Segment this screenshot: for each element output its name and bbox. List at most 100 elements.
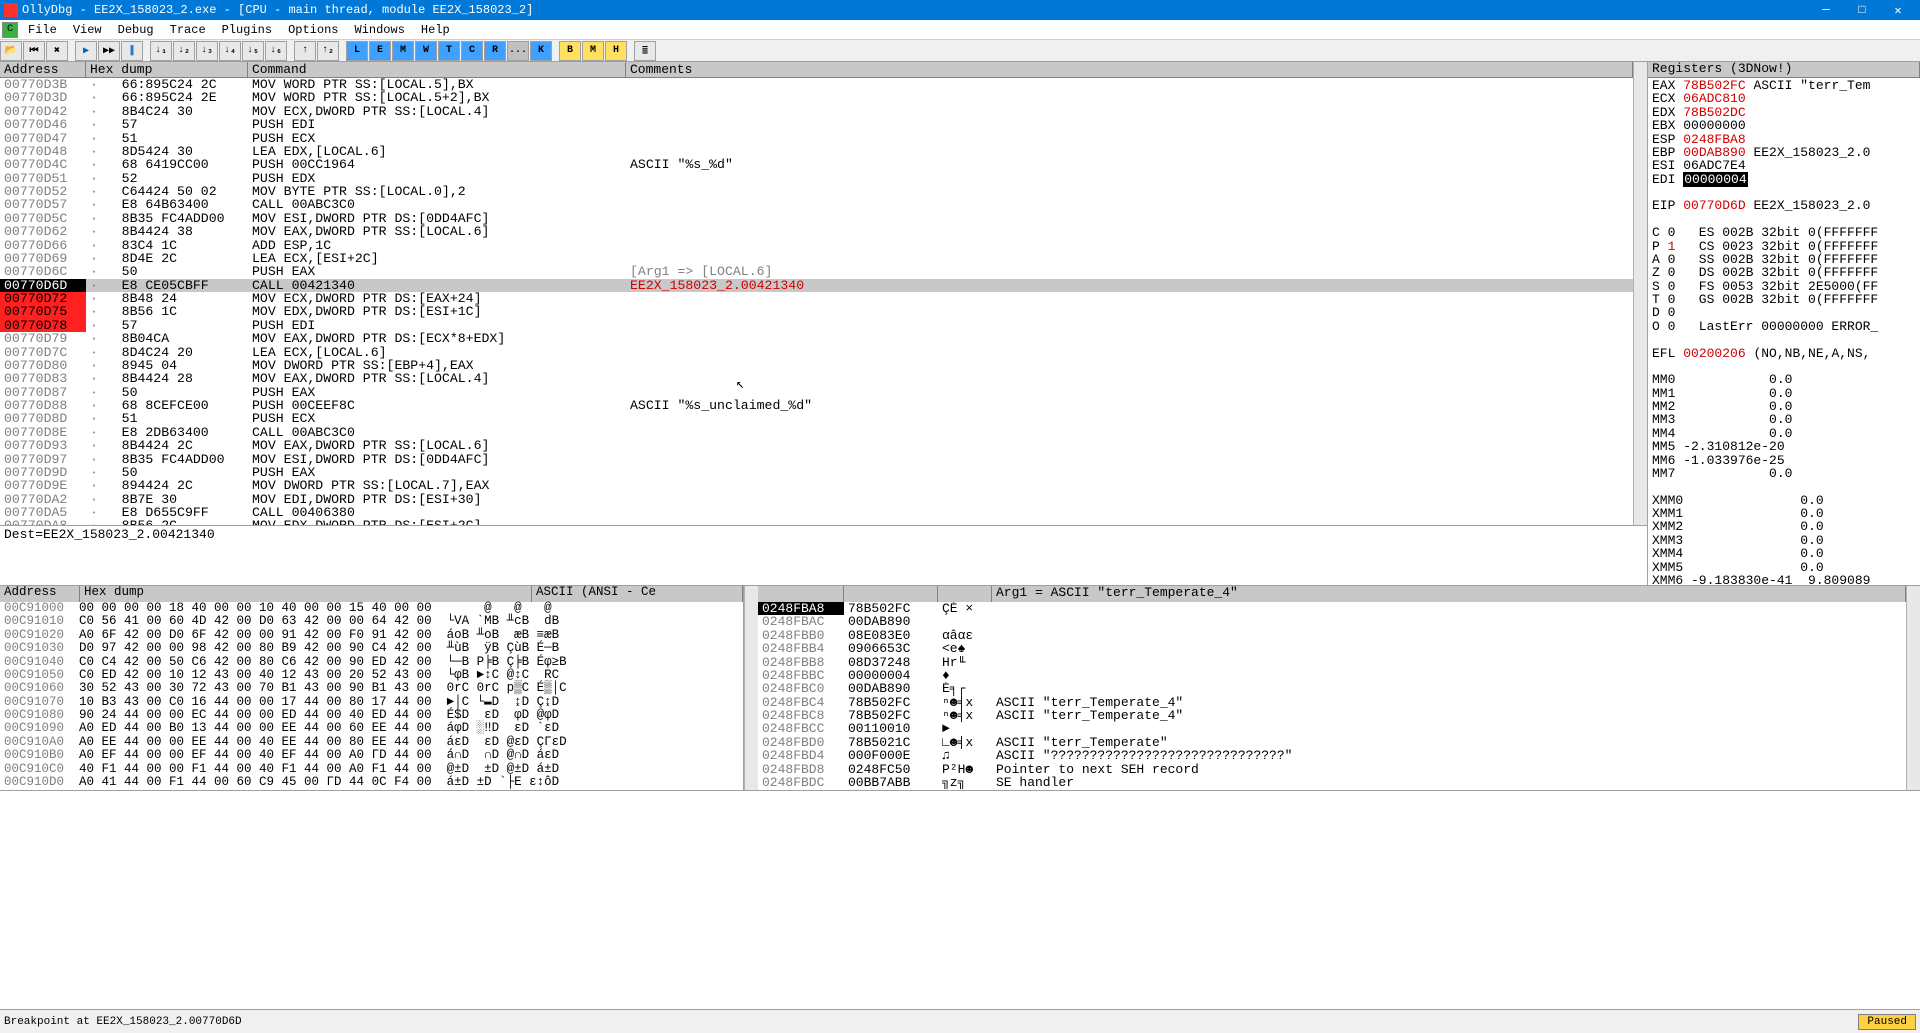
disasm-comment[interactable] — [626, 91, 1633, 104]
dump-row[interactable]: 00C910B0 A0 EF 44 00 00 EF 44 00 40 EF 4… — [4, 749, 739, 762]
disasm-address[interactable]: 00770D69 — [0, 252, 86, 265]
stack-comment[interactable]: ASCII "terr_Temperate_4" — [992, 696, 1906, 709]
disasm-comment[interactable] — [626, 185, 1633, 198]
disasm-command[interactable]: PUSH EDX — [248, 172, 626, 185]
disasm-hex[interactable]: · C64424 50 02 — [86, 185, 248, 198]
disasm-address[interactable]: 00770D62 — [0, 225, 86, 238]
disasm-comment[interactable] — [626, 292, 1633, 305]
tool-u2-icon[interactable]: ↑₂ — [317, 41, 339, 61]
disasm-address[interactable]: 00770D88 — [0, 399, 86, 412]
tool-letter-W[interactable]: W — [415, 41, 437, 61]
disasm-comment[interactable] — [626, 172, 1633, 185]
dump-header-ascii[interactable]: ASCII (ANSI - Ce — [532, 586, 743, 602]
disasm-address[interactable]: 00770D78 — [0, 319, 86, 332]
disasm-comment[interactable] — [626, 453, 1633, 466]
disasm-hex[interactable]: · 8B4424 2C — [86, 439, 248, 452]
tool-letter-T[interactable]: T — [438, 41, 460, 61]
stack-comment[interactable]: ASCII "terr_Temperate_4" — [992, 709, 1906, 722]
register-line[interactable]: EBP 00DAB890 EE2X_158023_2.0 — [1652, 146, 1916, 159]
disasm-hex[interactable]: · 8B4424 38 — [86, 225, 248, 238]
stack-header-ascii[interactable] — [938, 586, 992, 602]
tool-letter-C[interactable]: C — [461, 41, 483, 61]
disasm-address[interactable]: 00770D6D — [0, 279, 86, 292]
disasm-command[interactable]: MOV DWORD PTR SS:[EBP+4],EAX — [248, 359, 626, 372]
register-line[interactable]: MM1 0.0 — [1652, 387, 1916, 400]
tool-letter-M[interactable]: M — [392, 41, 414, 61]
disasm-command[interactable]: PUSH ECX — [248, 412, 626, 425]
disasm-command[interactable]: LEA EDX,[LOCAL.6] — [248, 145, 626, 158]
tool-letter-M[interactable]: M — [582, 41, 604, 61]
tool-opts-icon[interactable]: ≣ — [634, 41, 656, 61]
disasm-hex[interactable]: · 52 — [86, 172, 248, 185]
disasm-command[interactable]: MOV DWORD PTR SS:[LOCAL.7],EAX — [248, 479, 626, 492]
register-line[interactable]: EAX 78B502FC ASCII "terr_Tem — [1652, 79, 1916, 92]
disasm-hex[interactable]: · 8945 04 — [86, 359, 248, 372]
tool-letter-L[interactable]: L — [346, 41, 368, 61]
disasm-command[interactable]: MOV EAX,DWORD PTR DS:[ECX*8+EDX] — [248, 332, 626, 345]
disasm-address[interactable]: 00770D46 — [0, 118, 86, 131]
stack-value[interactable]: 78B5021C — [844, 736, 938, 749]
stack-address[interactable]: 0248FBCC — [758, 722, 844, 735]
register-line[interactable]: XMM5 0.0 — [1652, 561, 1916, 574]
register-line[interactable]: XMM0 0.0 — [1652, 494, 1916, 507]
tool-tillusr-icon[interactable]: ↓₆ — [265, 41, 287, 61]
stack-comment[interactable] — [992, 669, 1906, 682]
stack-ascii[interactable]: ÇÉ × — [938, 602, 992, 615]
stack-header-address[interactable] — [758, 586, 844, 602]
tool-tillret-icon[interactable]: ↓₅ — [242, 41, 264, 61]
disasm-comment[interactable] — [626, 212, 1633, 225]
stack-comment[interactable]: Pointer to next SEH record — [992, 763, 1906, 776]
register-line[interactable]: Z 0 DS 002B 32bit 0(FFFFFFF — [1652, 266, 1916, 279]
tool-traceover-icon[interactable]: ↓₄ — [219, 41, 241, 61]
stack-ascii[interactable]: ♫ — [938, 749, 992, 762]
disasm-command[interactable]: ADD ESP,1C — [248, 239, 626, 252]
disasm-comment[interactable] — [626, 132, 1633, 145]
stack-comment[interactable]: ASCII "terr_Temperate" — [992, 736, 1906, 749]
register-line[interactable]: P 1 CS 0023 32bit 0(FFFFFFF — [1652, 240, 1916, 253]
disasm-address[interactable]: 00770D9E — [0, 479, 86, 492]
stack-address[interactable]: 0248FBB0 — [758, 629, 844, 642]
disasm-address[interactable]: 00770D9D — [0, 466, 86, 479]
register-line[interactable]: EIP 00770D6D EE2X_158023_2.0 — [1652, 199, 1916, 212]
disasm-comment[interactable] — [626, 145, 1633, 158]
stack-ascii[interactable]: ⁿ☻╡x — [938, 696, 992, 709]
disasm-comment[interactable] — [626, 439, 1633, 452]
disasm-command[interactable]: PUSH EAX — [248, 265, 626, 278]
disasm-address[interactable]: 00770D72 — [0, 292, 86, 305]
tool-u1-icon[interactable]: ↑ — [294, 41, 316, 61]
disasm-hex[interactable]: · 8B35 FC4ADD00 — [86, 453, 248, 466]
register-line[interactable]: XMM3 0.0 — [1652, 534, 1916, 547]
disasm-command[interactable]: LEA ECX,[ESI+2C] — [248, 252, 626, 265]
tool-run-icon[interactable]: ▶ — [75, 41, 97, 61]
register-line[interactable]: O 0 LastErr 00000000 ERROR_ — [1652, 320, 1916, 333]
disasm-comment[interactable] — [626, 506, 1633, 519]
maximize-button[interactable]: □ — [1844, 3, 1880, 17]
disasm-comment[interactable] — [626, 105, 1633, 118]
disasm-command[interactable]: MOV ECX,DWORD PTR DS:[EAX+24] — [248, 292, 626, 305]
disasm-comment[interactable] — [626, 386, 1633, 399]
disasm-command[interactable]: MOV ECX,DWORD PTR SS:[LOCAL.4] — [248, 105, 626, 118]
register-line[interactable]: XMM4 0.0 — [1652, 547, 1916, 560]
disasm-comment[interactable] — [626, 466, 1633, 479]
disasm-command[interactable]: MOV EDI,DWORD PTR DS:[ESI+30] — [248, 493, 626, 506]
tool-stepin-icon[interactable]: ↓₁ — [150, 41, 172, 61]
disasm-address[interactable]: 00770D57 — [0, 198, 86, 211]
stack-address[interactable]: 0248FBD8 — [758, 763, 844, 776]
disasm-comment[interactable]: ASCII "%s_unclaimed_%d" — [626, 399, 1633, 412]
disasm-command[interactable]: PUSH EDI — [248, 118, 626, 131]
disasm-hex[interactable]: · 8B48 24 — [86, 292, 248, 305]
disasm-hex[interactable]: · 8B4424 28 — [86, 372, 248, 385]
stack-value[interactable]: 00DAB890 — [844, 682, 938, 695]
disasm-address[interactable]: 00770D79 — [0, 332, 86, 345]
disasm-command[interactable]: MOV EAX,DWORD PTR SS:[LOCAL.4] — [248, 372, 626, 385]
tool-letter-E[interactable]: E — [369, 41, 391, 61]
stack-address[interactable]: 0248FBA8 — [758, 602, 844, 615]
disasm-command[interactable]: MOV ESI,DWORD PTR DS:[0DD4AFC] — [248, 453, 626, 466]
stack-value[interactable]: 00000004 — [844, 669, 938, 682]
dump-row[interactable]: 00C91010 C0 56 41 00 60 4D 42 00 D0 63 4… — [4, 615, 739, 628]
dump-header-hex[interactable]: Hex dump — [80, 586, 532, 602]
stack-ascii[interactable]: ╗z╗ — [938, 776, 992, 789]
disasm-comment[interactable] — [626, 372, 1633, 385]
stack-address[interactable]: 0248FBAC — [758, 615, 844, 628]
disasm-hex[interactable]: · 68 6419CC00 — [86, 158, 248, 171]
